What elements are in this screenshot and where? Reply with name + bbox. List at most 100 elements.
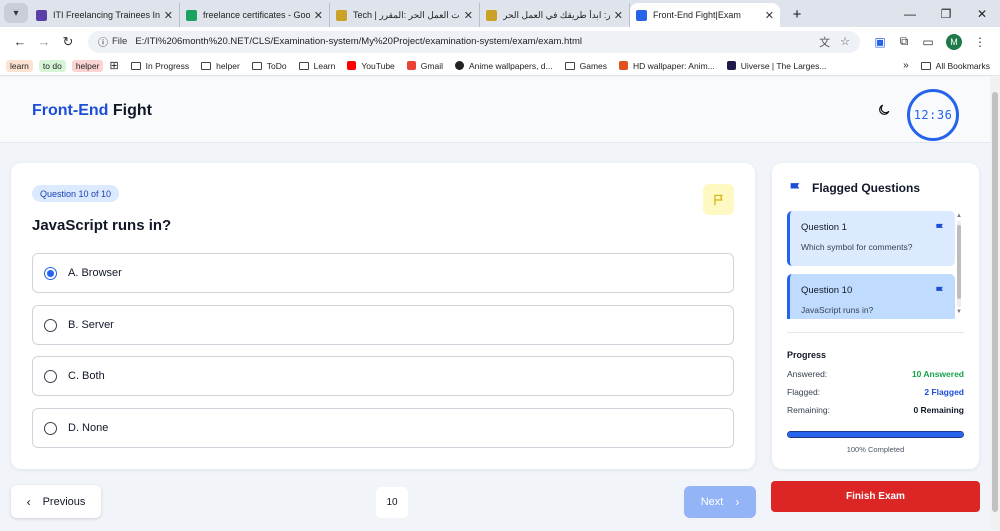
bookmarks-overflow: » All Bookmarks (903, 60, 994, 71)
scheme-label: File (112, 36, 128, 47)
reload-icon[interactable]: ↻ (56, 34, 80, 50)
bookmark-folder[interactable]: helper (201, 61, 240, 71)
minimize-icon[interactable]: — (892, 7, 928, 21)
bookmark-star-icon[interactable]: ☆ (840, 35, 850, 48)
scrollbar-thumb[interactable] (957, 225, 961, 299)
progress-flagged-row: Flagged: 2 Flagged (787, 387, 964, 397)
bookmark-site[interactable]: Anime wallpapers, d... (454, 61, 553, 71)
flag-question-button[interactable] (703, 184, 734, 215)
bookmark-site[interactable]: HD wallpaper: Anim... (619, 61, 715, 71)
folder-icon (920, 61, 931, 70)
bookmark-label: helper (216, 60, 240, 71)
flagged-item-current[interactable]: Question 10 JavaScript runs in? (787, 274, 955, 319)
folder-icon (201, 61, 212, 70)
chevron-double-right-icon[interactable]: » (903, 60, 909, 71)
close-icon[interactable]: ✕ (314, 9, 323, 22)
folder-icon (564, 61, 575, 70)
bookmark-folder[interactable]: ToDo (251, 60, 287, 71)
new-tab-button[interactable]: + (786, 3, 808, 25)
url-text[interactable]: E:/ITI%206month%20.NET/CLS/Examination-s… (135, 36, 809, 47)
browser-tab-active[interactable]: Front-End Fight|Exam ✕ (630, 3, 780, 27)
progress-bar (787, 431, 964, 438)
option-label: C. Both (68, 370, 105, 382)
answer-option-c[interactable]: C. Both (32, 356, 734, 396)
radio-icon[interactable] (44, 421, 57, 435)
bookmark-folder[interactable]: Games (564, 61, 607, 71)
bookmark-label: ToDo (266, 60, 287, 71)
forward-icon[interactable]: → (32, 34, 56, 49)
apps-grid-icon[interactable]: ⊞ (109, 59, 118, 72)
restore-icon[interactable]: ❐ (928, 7, 964, 21)
extensions-icon[interactable]: ⧉ (892, 34, 916, 49)
window-close-icon[interactable]: ✕ (964, 7, 1000, 21)
tab-title: freelance certificates - Google D (203, 10, 310, 20)
radio-icon[interactable] (44, 369, 57, 383)
browser-tab[interactable]: المقرر: ابدأ طريقك في العمل الحر ✕ (480, 3, 630, 27)
flagged-panel-title: Flagged Questions (789, 181, 920, 195)
site-favicon-icon (619, 61, 629, 70)
bookmark-site[interactable]: YouTube (347, 61, 395, 71)
close-icon[interactable]: ✕ (164, 9, 173, 22)
gmail-icon (406, 61, 416, 70)
extension-translate-icon[interactable]: ▣ (868, 35, 892, 49)
radio-icon[interactable] (44, 318, 57, 332)
bookmark-to-do[interactable]: to do (38, 59, 66, 72)
answer-option-b[interactable]: B. Server (32, 305, 734, 345)
translate-icon[interactable]: 文 (819, 34, 830, 50)
brand-logo: Front-End Fight (32, 102, 152, 120)
tab-favicon-icon (486, 9, 497, 21)
profile-avatar[interactable]: M (946, 33, 962, 50)
bookmark-label: In Progress (145, 60, 190, 71)
answer-option-d[interactable]: D. None (32, 408, 734, 448)
bookmark-label: HD wallpaper: Anim... (633, 60, 715, 71)
close-icon[interactable]: ✕ (464, 9, 473, 22)
address-bar[interactable]: ⓘ File E:/ITI%206month%20.NET/CLS/Examin… (88, 30, 860, 53)
finish-exam-button[interactable]: Finish Exam (771, 481, 980, 512)
flag-outline-icon (713, 194, 722, 205)
chevron-left-icon: ‹ (26, 494, 31, 509)
all-bookmarks[interactable]: All Bookmarks (920, 60, 990, 71)
answer-option-a[interactable]: A. Browser (32, 253, 734, 293)
progress-remaining-row: Remaining: 0 Remaining (787, 405, 964, 415)
remaining-value: 0 Remaining (913, 405, 964, 415)
back-icon[interactable]: ← (8, 34, 32, 49)
progress-answered-row: Answered: 10 Answered (787, 369, 964, 379)
option-label: B. Server (68, 319, 114, 331)
exam-page: Front-End Fight 12:36 Question 10 of 10 … (0, 77, 990, 531)
scroll-up-icon[interactable]: ▲ (956, 213, 962, 219)
bookmark-folder[interactable]: Learn (298, 60, 336, 71)
bookmark-learn[interactable]: learn (6, 59, 33, 72)
flagged-item[interactable]: Question 1 Which symbol for comments? (787, 211, 955, 266)
info-icon[interactable]: ⓘ (98, 34, 108, 49)
flagged-label: Flagged: (787, 387, 821, 397)
bookmark-folder[interactable]: In Progress (130, 60, 190, 71)
bookmark-site[interactable]: Gmail (406, 61, 443, 71)
close-icon[interactable]: ✕ (614, 9, 623, 22)
google-drive-icon (186, 9, 197, 21)
more-menu-icon[interactable]: ⋮ (968, 35, 992, 49)
next-button[interactable]: Next › (684, 486, 756, 518)
answered-value: 10 Answered (911, 369, 964, 379)
radio-checked-icon[interactable] (44, 266, 57, 280)
close-icon[interactable]: ✕ (765, 9, 774, 22)
browser-tab[interactable]: freelance certificates - Google D ✕ (180, 3, 330, 27)
page-scrollbar-thumb[interactable] (992, 92, 998, 512)
sidepanel-icon[interactable]: ▭ (916, 35, 940, 49)
browser-tab[interactable]: Tech | أساسيات العمل الحر :المقرر ✕ (330, 3, 480, 27)
bookmark-label: Uiverse | The Larges... (740, 60, 827, 71)
flagged-list-scrollbar[interactable]: ▲ ▼ (956, 213, 962, 317)
tab-search-button[interactable]: ▾ (4, 3, 28, 23)
bookmark-site[interactable]: Uiverse | The Larges... (726, 60, 827, 71)
question-number-indicator: 10 (376, 487, 408, 518)
browser-tab[interactable]: ITI Freelancing Trainees Info and ✕ (30, 3, 180, 27)
scroll-down-icon[interactable]: ▼ (956, 309, 962, 315)
site-favicon-icon (454, 61, 464, 70)
question-text: JavaScript runs in? (32, 217, 172, 234)
tab-favicon-icon (336, 9, 347, 21)
bookmark-helper[interactable]: helper (71, 59, 104, 72)
bookmark-label: Learn (313, 60, 336, 71)
bookmark-label: All Bookmarks (935, 60, 990, 71)
flag-icon (936, 223, 943, 232)
dark-mode-toggle[interactable] (877, 103, 891, 120)
previous-button[interactable]: ‹ Previous (11, 485, 101, 518)
